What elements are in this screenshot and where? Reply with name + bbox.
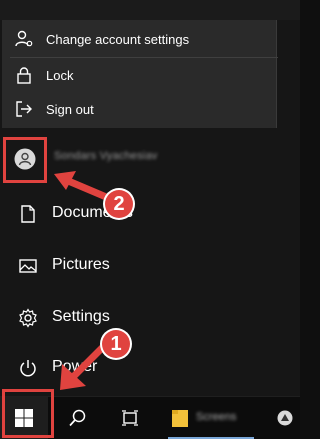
user-avatar-icon — [14, 148, 36, 170]
file-explorer-taskbar-item[interactable]: Screens — [160, 397, 260, 439]
search-button[interactable] — [54, 397, 102, 439]
gear-icon — [19, 308, 37, 328]
lock-icon — [17, 67, 31, 84]
folder-icon — [172, 410, 188, 427]
lock-label: Lock — [46, 67, 74, 83]
pictures-label: Pictures — [52, 256, 110, 273]
task-view-button[interactable] — [106, 397, 154, 439]
pictures-icon — [19, 259, 37, 273]
change-account-settings-item[interactable]: Change account settings — [2, 22, 276, 56]
pictures-item[interactable]: Pictures — [0, 244, 300, 288]
power-item[interactable]: Power — [0, 346, 300, 390]
taskbar: Screens — [0, 396, 300, 439]
sign-out-icon — [16, 101, 32, 117]
app-icon — [277, 410, 293, 426]
search-icon — [69, 409, 86, 427]
account-flyout-menu: Change account settings Lock Sign out — [2, 20, 278, 128]
lock-item[interactable]: Lock — [2, 58, 276, 92]
sign-out-item[interactable]: Sign out — [2, 92, 276, 126]
power-icon — [20, 360, 36, 377]
windows-logo-icon — [15, 409, 33, 427]
step-badge-2: 2 — [105, 190, 133, 218]
change-account-settings-label: Change account settings — [46, 31, 190, 47]
taskbar-app-button[interactable] — [266, 397, 300, 439]
top-strip — [0, 0, 300, 20]
sign-out-label: Sign out — [46, 101, 94, 117]
start-menu-panel: Change account settings Lock Sign out So… — [0, 0, 300, 396]
documents-item[interactable]: Documents — [0, 192, 300, 236]
settings-label: Settings — [52, 308, 110, 325]
settings-item[interactable]: Settings — [0, 296, 300, 340]
task-view-icon — [122, 410, 138, 426]
start-button[interactable] — [0, 397, 48, 439]
user-name: Sondars Vyachesiav — [54, 150, 158, 162]
step-badge-1: 1 — [102, 330, 130, 358]
document-icon — [21, 205, 35, 223]
folder-taskbar-label: Screens — [196, 411, 237, 423]
account-settings-icon — [15, 30, 33, 47]
power-label: Power — [52, 358, 98, 375]
